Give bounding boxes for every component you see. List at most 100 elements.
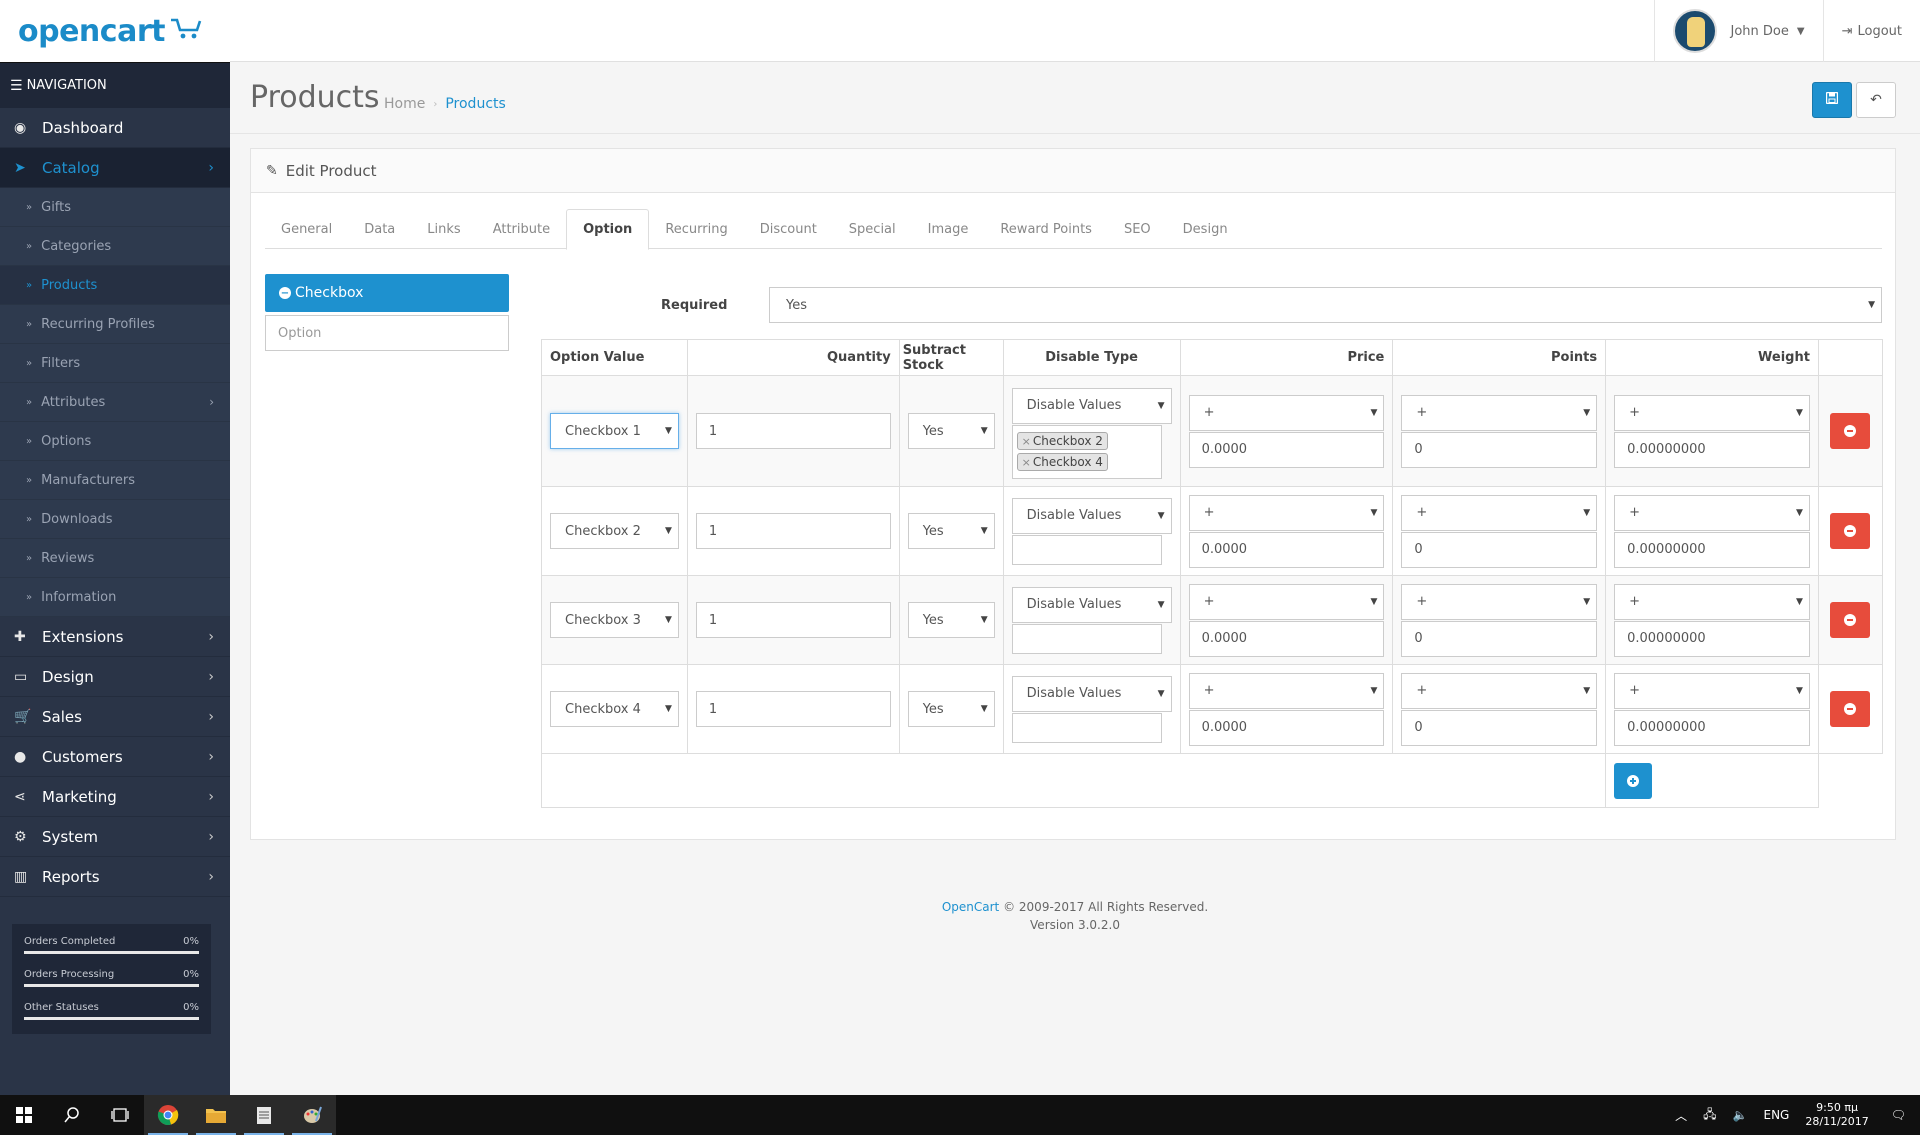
- points-input[interactable]: 0: [1401, 431, 1598, 468]
- notepad-icon[interactable]: [240, 1095, 288, 1135]
- sidebar-subitem-recurring-profiles[interactable]: » Recurring Profiles: [0, 305, 230, 344]
- tab-recurring[interactable]: Recurring: [649, 209, 743, 249]
- language-indicator[interactable]: ENG: [1764, 1108, 1790, 1122]
- points-input[interactable]: 0: [1401, 709, 1598, 746]
- sidebar-item-reports[interactable]: ▥ Reports ›: [0, 857, 230, 897]
- subtract-select[interactable]: Yes ▼: [907, 513, 995, 549]
- remove-option-value-button[interactable]: [1830, 413, 1871, 449]
- opencart-link[interactable]: OpenCart: [942, 900, 999, 914]
- points-prefix-select[interactable]: + ▼: [1401, 494, 1598, 531]
- sidebar-subitem-gifts[interactable]: » Gifts: [0, 188, 230, 227]
- sidebar-item-marketing[interactable]: ⋖ Marketing ›: [0, 777, 230, 817]
- points-input[interactable]: 0: [1401, 620, 1598, 657]
- option-autocomplete-input[interactable]: Option: [265, 315, 509, 351]
- sidebar-item-design[interactable]: ▭ Design ›: [0, 657, 230, 697]
- option-item-checkbox[interactable]: − Checkbox: [265, 274, 509, 312]
- tag-chip[interactable]: × Checkbox 4: [1016, 452, 1108, 471]
- logout-link[interactable]: ⇥ Logout: [1822, 0, 1920, 62]
- weight-input[interactable]: 0.00000000: [1614, 709, 1810, 746]
- sidebar-subitem-manufacturers[interactable]: » Manufacturers: [0, 461, 230, 500]
- tab-data[interactable]: Data: [348, 209, 411, 249]
- sidebar-subitem-filters[interactable]: » Filters: [0, 344, 230, 383]
- sidebar-subitem-categories[interactable]: » Categories: [0, 227, 230, 266]
- sidebar-item-dashboard[interactable]: ◉ Dashboard: [0, 108, 230, 148]
- remove-tag-icon[interactable]: ×: [1022, 456, 1031, 469]
- sidebar-item-system[interactable]: ⚙ System ›: [0, 817, 230, 857]
- cancel-button[interactable]: ↶: [1856, 82, 1896, 118]
- disable-values-input[interactable]: [1011, 712, 1162, 743]
- volume-icon[interactable]: 🔈: [1733, 1108, 1748, 1122]
- chevron-up-icon[interactable]: ︿: [1675, 1107, 1687, 1124]
- add-option-value-button[interactable]: [1614, 762, 1653, 799]
- quantity-input[interactable]: 1: [695, 513, 891, 549]
- price-prefix-select[interactable]: + ▼: [1188, 494, 1385, 531]
- tab-option[interactable]: Option: [566, 209, 650, 250]
- disable-type-select[interactable]: Disable Values ▼: [1011, 586, 1172, 623]
- subtract-select[interactable]: Yes ▼: [907, 691, 995, 727]
- option-value-select[interactable]: Checkbox 3 ▼: [550, 602, 679, 638]
- file-explorer-icon[interactable]: [192, 1095, 240, 1135]
- tab-special[interactable]: Special: [833, 209, 912, 249]
- weight-input[interactable]: 0.00000000: [1614, 531, 1810, 568]
- sidebar-item-customers[interactable]: ● Customers ›: [0, 737, 230, 777]
- tab-reward-points[interactable]: Reward Points: [984, 209, 1108, 249]
- remove-option-value-button[interactable]: [1830, 691, 1871, 727]
- tab-attribute[interactable]: Attribute: [477, 209, 566, 249]
- sidebar-subitem-information[interactable]: » Information: [0, 578, 230, 617]
- points-prefix-select[interactable]: + ▼: [1401, 394, 1598, 431]
- tab-seo[interactable]: SEO: [1108, 209, 1167, 249]
- chrome-icon[interactable]: [144, 1095, 192, 1135]
- disable-type-select[interactable]: Disable Values ▼: [1011, 497, 1172, 534]
- weight-prefix-select[interactable]: + ▼: [1614, 583, 1810, 620]
- weight-input[interactable]: 0.00000000: [1614, 620, 1810, 657]
- points-prefix-select[interactable]: + ▼: [1401, 672, 1598, 709]
- disable-values-input[interactable]: [1011, 623, 1162, 654]
- clock[interactable]: 9:50 πμ 28/11/2017: [1805, 1101, 1868, 1129]
- required-select[interactable]: Yes ▼: [769, 287, 1882, 323]
- price-input[interactable]: 0.0000: [1188, 709, 1385, 746]
- weight-prefix-select[interactable]: + ▼: [1614, 672, 1810, 709]
- price-prefix-select[interactable]: + ▼: [1188, 394, 1385, 431]
- save-button[interactable]: [1812, 82, 1852, 118]
- option-value-select[interactable]: Checkbox 4 ▼: [550, 691, 679, 727]
- price-input[interactable]: 0.0000: [1188, 620, 1385, 657]
- remove-option-value-button[interactable]: [1830, 513, 1871, 549]
- points-input[interactable]: 0: [1401, 531, 1598, 568]
- disable-values-input[interactable]: [1011, 534, 1162, 565]
- task-view-icon[interactable]: [96, 1095, 144, 1135]
- price-input[interactable]: 0.0000: [1188, 431, 1385, 468]
- tab-discount[interactable]: Discount: [744, 209, 833, 249]
- weight-input[interactable]: 0.00000000: [1614, 431, 1810, 468]
- sidebar-subitem-downloads[interactable]: » Downloads: [0, 500, 230, 539]
- search-icon[interactable]: [48, 1095, 96, 1135]
- sidebar-subitem-attributes[interactable]: » Attributes ›: [0, 383, 230, 422]
- breadcrumb-products[interactable]: Products: [445, 96, 505, 112]
- subtract-select[interactable]: Yes ▼: [907, 413, 995, 449]
- paint-icon[interactable]: [288, 1095, 336, 1135]
- remove-tag-icon[interactable]: ×: [1022, 435, 1031, 448]
- windows-start-icon[interactable]: [0, 1095, 48, 1135]
- option-value-select[interactable]: Checkbox 1 ▼: [550, 413, 679, 449]
- user-menu[interactable]: John Doe ▼: [1653, 0, 1823, 62]
- price-prefix-select[interactable]: + ▼: [1188, 672, 1385, 709]
- price-prefix-select[interactable]: + ▼: [1188, 583, 1385, 620]
- quantity-input[interactable]: 1: [695, 602, 891, 638]
- tab-design[interactable]: Design: [1167, 209, 1244, 249]
- logo[interactable]: opencart: [0, 0, 230, 62]
- tag-chip[interactable]: × Checkbox 2: [1016, 431, 1108, 450]
- sidebar-subitem-options[interactable]: » Options: [0, 422, 230, 461]
- tab-links[interactable]: Links: [411, 209, 476, 249]
- tab-image[interactable]: Image: [912, 209, 985, 249]
- remove-option-value-button[interactable]: [1830, 602, 1871, 638]
- disable-type-select[interactable]: Disable Values ▼: [1011, 675, 1172, 712]
- points-prefix-select[interactable]: + ▼: [1401, 583, 1598, 620]
- quantity-input[interactable]: 1: [695, 413, 891, 449]
- sidebar-item-sales[interactable]: 🛒 Sales ›: [0, 697, 230, 737]
- weight-prefix-select[interactable]: + ▼: [1614, 494, 1810, 531]
- breadcrumb-home[interactable]: Home: [384, 96, 425, 112]
- disable-values-tags[interactable]: × Checkbox 2 × Checkbox 4: [1011, 424, 1162, 479]
- network-icon[interactable]: 🖧: [1703, 1105, 1716, 1126]
- option-value-select[interactable]: Checkbox 2 ▼: [550, 513, 679, 549]
- sidebar-item-catalog[interactable]: ➤ Catalog ›: [0, 148, 230, 188]
- tab-general[interactable]: General: [265, 209, 348, 249]
